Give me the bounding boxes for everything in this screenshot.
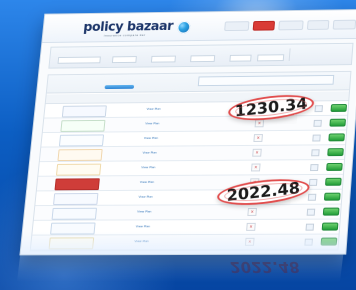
view-plan-link[interactable]: View Plan xyxy=(136,224,151,228)
buy-button[interactable] xyxy=(326,162,343,171)
results-header xyxy=(46,71,351,94)
compare-box-icon[interactable] xyxy=(314,105,323,113)
buy-button[interactable] xyxy=(321,222,339,231)
brand-tagline: insurance compare kar xyxy=(103,33,146,38)
header-action-2[interactable] xyxy=(252,20,276,31)
compare-box-icon[interactable] xyxy=(307,193,317,201)
view-plan-link[interactable]: View Plan xyxy=(144,136,159,140)
search-filter-panel xyxy=(48,42,354,69)
view-plan-link[interactable]: View Plan xyxy=(146,107,161,111)
view-plan-link[interactable]: View Plan xyxy=(141,165,156,169)
compare-box-icon[interactable] xyxy=(311,149,320,157)
insurer-logo xyxy=(53,193,99,206)
checkbox-icon[interactable]: × xyxy=(253,134,263,142)
view-plan-link[interactable]: View Plan xyxy=(137,209,152,213)
filter-field-2[interactable] xyxy=(111,56,137,64)
compare-box-icon[interactable] xyxy=(310,164,319,172)
checkbox-icon[interactable]: × xyxy=(244,237,255,246)
table-row[interactable]: View Plan × xyxy=(32,219,340,236)
compare-box-icon[interactable] xyxy=(308,178,318,186)
buy-button[interactable] xyxy=(324,177,342,186)
filter-field-6[interactable] xyxy=(256,54,285,62)
header-actions xyxy=(224,19,356,35)
checkbox-icon[interactable]: × xyxy=(247,207,257,216)
insurer-logo xyxy=(51,207,98,220)
view-plan-link[interactable]: View Plan xyxy=(138,195,153,199)
table-row[interactable]: View Plan × xyxy=(30,234,339,251)
view-plan-link[interactable]: View Plan xyxy=(145,121,160,125)
insurer-logo xyxy=(55,163,102,176)
price-reflection: 2022.48 xyxy=(228,258,301,276)
checkbox-icon[interactable]: × xyxy=(250,163,261,172)
insurer-logo xyxy=(58,134,105,147)
site-header: policy bazaar insurance compare kar xyxy=(42,9,356,44)
contact-box xyxy=(288,47,348,61)
header-insurer xyxy=(60,96,114,97)
buy-button[interactable] xyxy=(320,237,338,246)
view-plan-link[interactable]: View Plan xyxy=(142,151,157,155)
buy-button[interactable] xyxy=(328,133,345,142)
compare-box-icon[interactable] xyxy=(306,208,316,216)
header-action-5[interactable] xyxy=(332,19,356,30)
blue-circle-icon xyxy=(176,21,191,34)
contact-label xyxy=(291,48,348,49)
buy-button[interactable] xyxy=(322,207,340,216)
view-plan-link[interactable]: View Plan xyxy=(134,239,149,243)
sort-control[interactable] xyxy=(104,84,135,90)
buy-button[interactable] xyxy=(323,192,341,201)
compare-box-icon[interactable] xyxy=(313,119,322,127)
buy-button[interactable] xyxy=(330,103,348,112)
checkbox-icon[interactable]: × xyxy=(252,148,262,157)
insurer-logo xyxy=(57,149,103,162)
header-action-4[interactable] xyxy=(306,20,330,30)
policybazaar-browser-window: policy bazaar insurance compare kar View… xyxy=(19,9,356,256)
view-plan-link[interactable]: View Plan xyxy=(140,180,155,184)
filter-field-1[interactable] xyxy=(57,56,101,64)
buy-button[interactable] xyxy=(327,148,344,157)
compare-box-icon[interactable] xyxy=(305,223,315,231)
insurer-logo xyxy=(50,222,96,235)
compare-box-icon[interactable] xyxy=(304,238,313,246)
header-action-3[interactable] xyxy=(278,20,304,31)
insurer-logo xyxy=(54,178,100,191)
results-notice xyxy=(197,74,335,87)
buy-button[interactable] xyxy=(329,118,346,127)
filter-field-4[interactable] xyxy=(190,55,216,63)
filter-field-5[interactable] xyxy=(229,54,252,62)
policybazaar-logo[interactable]: policy bazaar insurance compare kar xyxy=(82,19,196,40)
filter-field-3[interactable] xyxy=(150,55,176,63)
compare-box-icon[interactable] xyxy=(312,134,321,142)
insurer-logo xyxy=(60,119,106,132)
insurer-logo xyxy=(48,237,95,250)
checkbox-icon[interactable]: × xyxy=(246,222,256,231)
insurer-logo xyxy=(61,105,107,118)
header-action-1[interactable] xyxy=(224,21,250,32)
table-row[interactable]: View Plan × xyxy=(33,204,341,221)
insurance-comparison-promo: 2022.48 policy bazaar insurance compare … xyxy=(0,0,356,290)
